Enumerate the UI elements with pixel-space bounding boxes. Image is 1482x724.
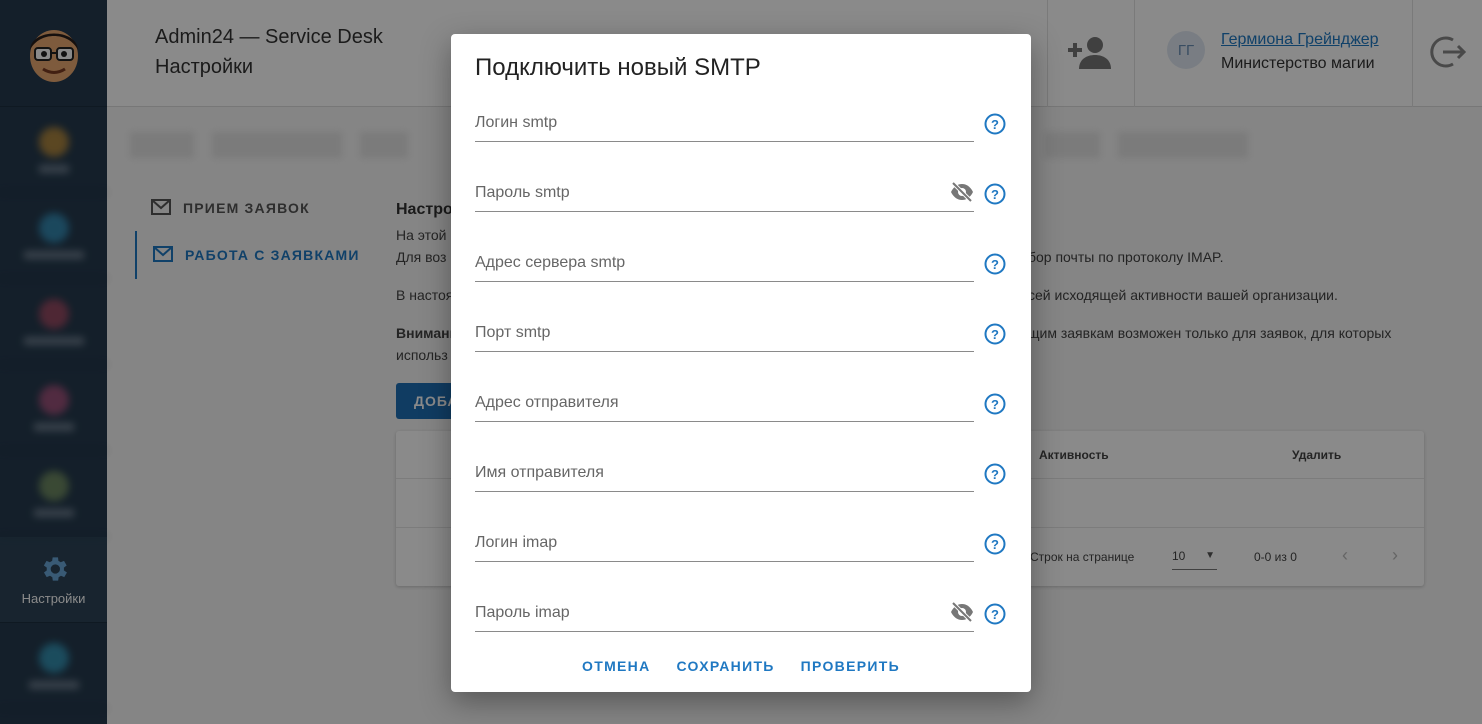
imap-login-field: [475, 526, 974, 562]
svg-text:?: ?: [991, 607, 999, 622]
dialog-title: Подключить новый SMTP: [475, 54, 761, 81]
svg-text:?: ?: [991, 257, 999, 272]
help-icon: ?: [984, 603, 1006, 625]
svg-text:?: ?: [991, 397, 999, 412]
svg-text:?: ?: [991, 327, 999, 342]
dialog-actions: ОТМЕНА СОХРАНИТЬ ПРОВЕРИТЬ: [451, 658, 1031, 674]
help-icon: ?: [984, 323, 1006, 345]
imap-login-help[interactable]: ?: [984, 533, 1006, 560]
smtp-password-input[interactable]: [475, 176, 974, 210]
imap-password-help[interactable]: ?: [984, 603, 1006, 630]
svg-text:?: ?: [991, 187, 999, 202]
toggle-password-visibility[interactable]: [950, 601, 974, 627]
smtp-server-help[interactable]: ?: [984, 253, 1006, 280]
smtp-port-help[interactable]: ?: [984, 323, 1006, 350]
smtp-password-field: [475, 176, 974, 212]
help-icon: ?: [984, 533, 1006, 555]
eye-off-icon: [951, 601, 973, 623]
help-icon: ?: [984, 463, 1006, 485]
svg-text:?: ?: [991, 117, 999, 132]
smtp-port-field: [475, 316, 974, 352]
sender-name-field: [475, 456, 974, 492]
imap-password-field: [475, 596, 974, 632]
imap-login-input[interactable]: [475, 526, 974, 560]
cancel-button[interactable]: ОТМЕНА: [582, 658, 650, 674]
sender-address-field: [475, 386, 974, 422]
smtp-port-input[interactable]: [475, 316, 974, 350]
svg-text:?: ?: [991, 537, 999, 552]
help-icon: ?: [984, 393, 1006, 415]
help-icon: ?: [984, 113, 1006, 135]
check-button[interactable]: ПРОВЕРИТЬ: [801, 658, 900, 674]
sender-address-help[interactable]: ?: [984, 393, 1006, 420]
sender-name-help[interactable]: ?: [984, 463, 1006, 490]
sender-address-input[interactable]: [475, 386, 974, 420]
eye-off-icon: [951, 181, 973, 203]
smtp-login-field: [475, 106, 974, 142]
save-button[interactable]: СОХРАНИТЬ: [677, 658, 775, 674]
smtp-login-input[interactable]: [475, 106, 974, 140]
smtp-server-field: [475, 246, 974, 282]
smtp-dialog: Подключить новый SMTP ? ? ? ? ? ?: [451, 34, 1031, 692]
smtp-password-help[interactable]: ?: [984, 183, 1006, 210]
smtp-login-help[interactable]: ?: [984, 113, 1006, 140]
toggle-password-visibility[interactable]: [950, 181, 974, 207]
svg-text:?: ?: [991, 467, 999, 482]
help-icon: ?: [984, 253, 1006, 275]
smtp-server-input[interactable]: [475, 246, 974, 280]
imap-password-input[interactable]: [475, 596, 974, 630]
help-icon: ?: [984, 183, 1006, 205]
sender-name-input[interactable]: [475, 456, 974, 490]
